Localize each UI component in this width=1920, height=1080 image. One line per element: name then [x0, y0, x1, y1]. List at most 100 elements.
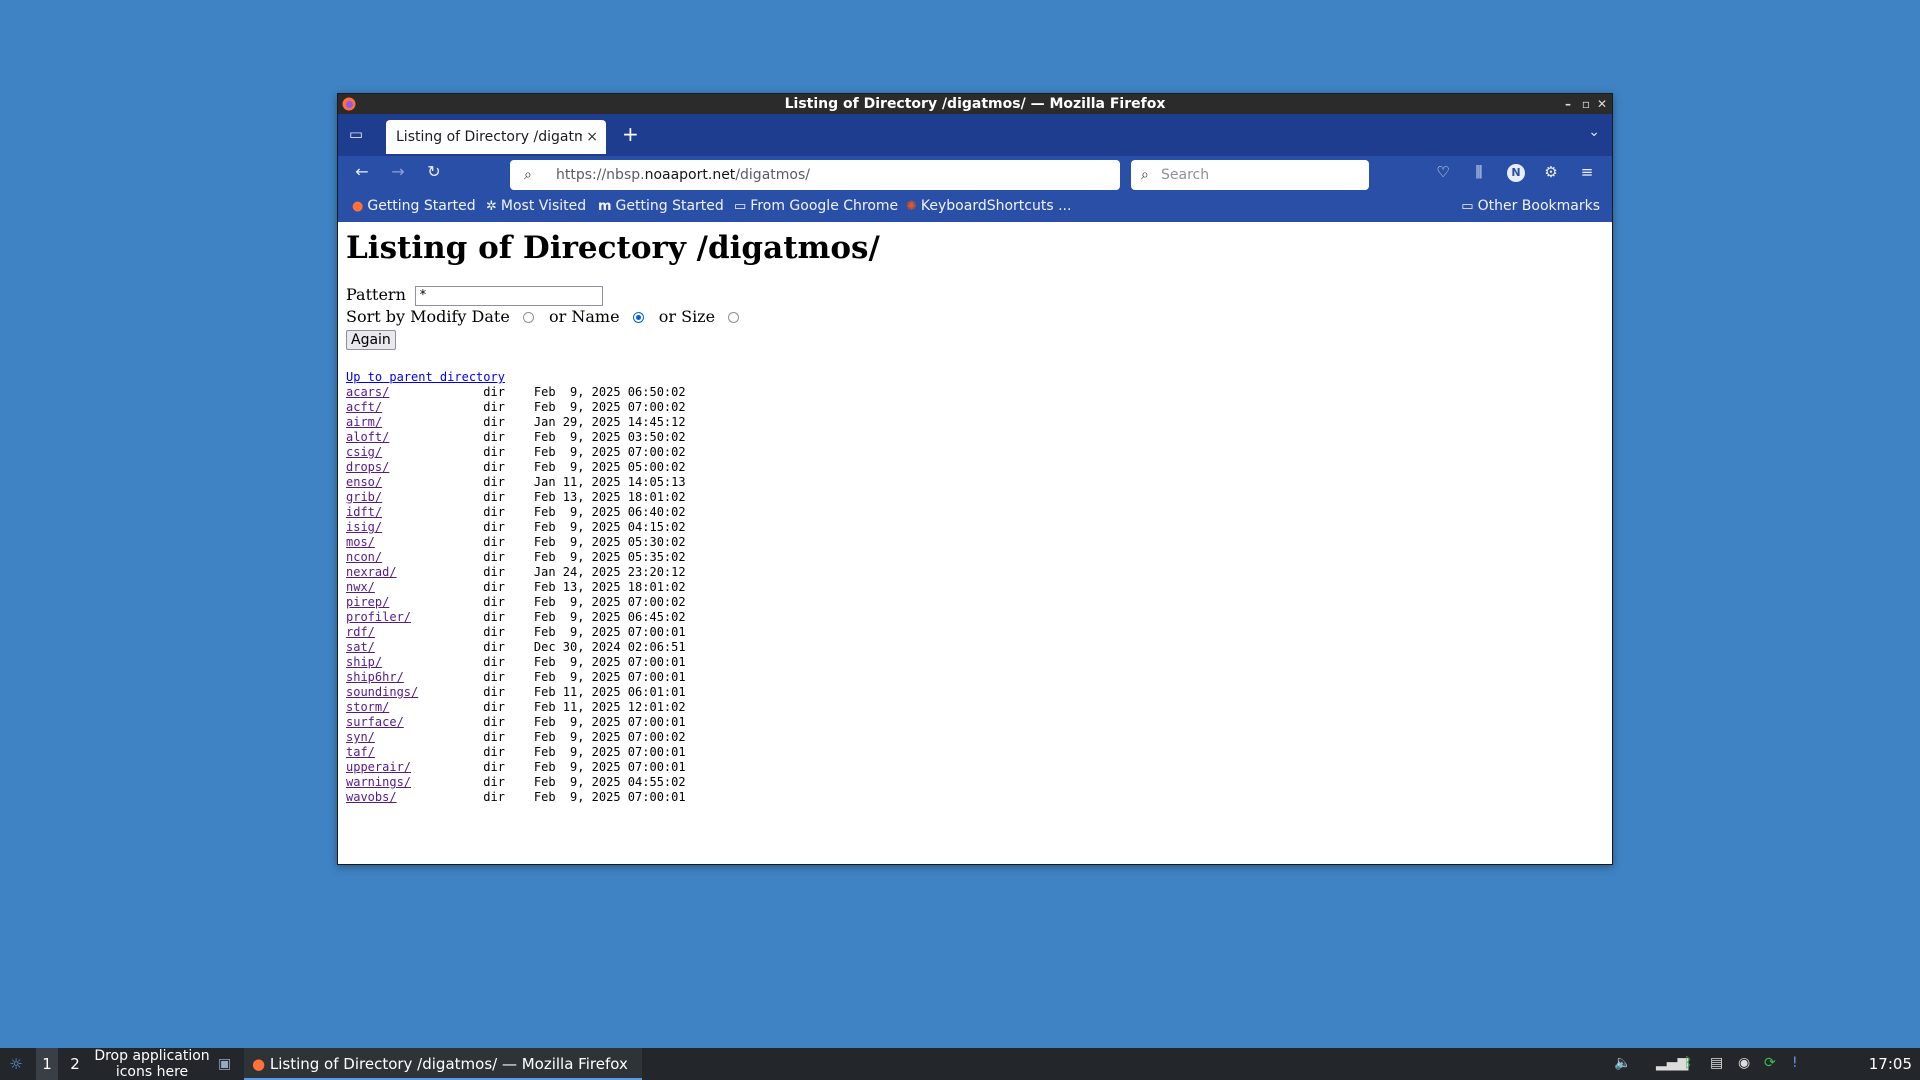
dir-link[interactable]: drops/	[346, 460, 389, 474]
dir-link[interactable]: acft/	[346, 400, 382, 414]
dir-link[interactable]: ncon/	[346, 550, 382, 564]
start-menu-icon[interactable]: ☼	[4, 1048, 28, 1080]
folder-icon: ▭	[1461, 199, 1474, 214]
dir-link[interactable]: grib/	[346, 490, 382, 504]
entry-type: dir	[483, 715, 505, 729]
bookmark-getting-started-2[interactable]: m Getting Started	[598, 198, 724, 214]
volume-icon[interactable]: 🔈	[1614, 1055, 1631, 1071]
dir-link[interactable]: soundings/	[346, 685, 418, 699]
dir-link[interactable]: mos/	[346, 535, 375, 549]
tab-close-icon[interactable]: ×	[586, 120, 598, 154]
dir-link[interactable]: wavobs/	[346, 790, 397, 804]
entry-type: dir	[483, 625, 505, 639]
account-avatar-icon[interactable]: N	[1507, 164, 1525, 182]
bookmark-keyboard-shortcuts[interactable]: ✺ KeyboardShortcuts ...	[906, 198, 1071, 214]
entry-date: Feb 9, 2025 05:35:02	[533, 550, 686, 564]
taskbar-firefox-task[interactable]: ● Listing of Directory /digatmos/ — Mozi…	[244, 1048, 642, 1080]
bluetooth-icon[interactable]: ᛒ	[1684, 1055, 1692, 1071]
dir-link[interactable]: acars/	[346, 385, 389, 399]
entry-date: Feb 9, 2025 07:00:01	[533, 790, 686, 804]
again-button[interactable]: Again	[346, 330, 396, 350]
close-window-button[interactable]: ✕	[1594, 94, 1610, 114]
search-placeholder: Search	[1161, 167, 1210, 183]
dir-link[interactable]: ship/	[346, 655, 382, 669]
forward-icon[interactable]: →	[386, 162, 410, 181]
dir-link[interactable]: nexrad/	[346, 565, 397, 579]
entry-date: Feb 11, 2025 12:01:02	[533, 700, 686, 714]
entry-type: dir	[483, 505, 505, 519]
bookmark-label: KeyboardShortcuts ...	[920, 198, 1072, 214]
dir-link[interactable]: upperair/	[346, 760, 411, 774]
entry-type: dir	[483, 760, 505, 774]
bookmark-getting-started-1[interactable]: ● Getting Started	[352, 198, 476, 214]
firefox-window: Listing of Directory /digatmos/ — Mozill…	[337, 93, 1613, 865]
extensions-icon[interactable]: ⚙	[1540, 163, 1562, 181]
dir-link[interactable]: surface/	[346, 715, 404, 729]
dir-link[interactable]: pirep/	[346, 595, 389, 609]
dir-link[interactable]: aloft/	[346, 430, 389, 444]
dir-link[interactable]: idft/	[346, 505, 382, 519]
sort-by-date-radio[interactable]	[522, 312, 534, 323]
entry-type: dir	[483, 460, 505, 474]
search-icon: ⌕	[1141, 167, 1149, 183]
workspace-1[interactable]: 1	[36, 1048, 58, 1080]
dir-link[interactable]: airm/	[346, 415, 382, 429]
clipboard-icon[interactable]: ▤	[1710, 1055, 1723, 1071]
dir-link[interactable]: isig/	[346, 520, 382, 534]
entry-date: Feb 9, 2025 05:30:02	[533, 535, 686, 549]
workspace-2[interactable]: 2	[64, 1048, 86, 1080]
firefox-icon: ●	[352, 199, 364, 214]
notification-icon[interactable]: !	[1792, 1055, 1798, 1071]
dir-link[interactable]: warnings/	[346, 775, 411, 789]
dir-link[interactable]: nwx/	[346, 580, 375, 594]
reload-icon[interactable]: ↻	[422, 162, 446, 181]
dir-link[interactable]: sat/	[346, 640, 375, 654]
entry-type: dir	[483, 385, 505, 399]
pattern-input[interactable]	[414, 285, 603, 306]
window-titlebar[interactable]: Listing of Directory /digatmos/ — Mozill…	[338, 94, 1612, 114]
url-bar[interactable]: ⌕ https://nbsp.noaaport.net/digatmos/	[510, 160, 1120, 190]
dir-link[interactable]: ship6hr/	[346, 670, 404, 684]
sort-by-size-radio[interactable]	[728, 312, 740, 323]
parent-directory-link[interactable]: Up to parent directory	[346, 370, 505, 384]
new-tab-icon[interactable]: +	[622, 122, 639, 146]
update-icon[interactable]: ⟳	[1764, 1055, 1776, 1071]
firefox-view-icon[interactable]: ▭	[346, 125, 366, 145]
sort-by-name-radio[interactable]	[632, 312, 644, 323]
menu-hamburger-icon[interactable]: ≡	[1576, 163, 1598, 181]
maximize-button[interactable]: ▫	[1578, 94, 1594, 114]
dir-link[interactable]: csig/	[346, 445, 382, 459]
back-icon[interactable]: ←	[350, 162, 374, 181]
dir-link[interactable]: syn/	[346, 730, 375, 744]
dir-link[interactable]: storm/	[346, 700, 389, 714]
or-name-label: or Name	[549, 307, 620, 326]
pocket-icon[interactable]: ♡	[1432, 163, 1454, 181]
dir-link[interactable]: enso/	[346, 475, 382, 489]
page-content: Listing of Directory /digatmos/ Pattern …	[338, 222, 1612, 864]
tab-bar: ▭ Listing of Directory /digatmos/ × + ⌄	[338, 114, 1612, 156]
bookmark-most-visited[interactable]: ✲ Most Visited	[486, 198, 586, 214]
minimize-button[interactable]: –	[1560, 94, 1576, 114]
dir-link[interactable]: rdf/	[346, 625, 375, 639]
entry-date: Feb 9, 2025 07:00:01	[533, 655, 686, 669]
entry-type: dir	[483, 670, 505, 684]
library-icon[interactable]: ⫼	[1468, 163, 1490, 181]
dir-link[interactable]: taf/	[346, 745, 375, 759]
search-bar[interactable]: ⌕ Search	[1131, 160, 1369, 190]
show-desktop-icon[interactable]: ▣	[218, 1048, 231, 1080]
folder-icon: ▭	[734, 199, 747, 214]
entry-type: dir	[483, 445, 505, 459]
entry-date: Feb 9, 2025 06:40:02	[533, 505, 686, 519]
other-bookmarks[interactable]: ▭ Other Bookmarks	[1461, 198, 1600, 214]
url-path: /digatmos/	[735, 167, 810, 183]
url-host: noaaport.net	[644, 167, 736, 183]
dir-link[interactable]: profiler/	[346, 610, 411, 624]
wireless-icon[interactable]: ◉	[1738, 1055, 1750, 1071]
entry-date: Feb 9, 2025 04:55:02	[533, 775, 686, 789]
bookmark-from-google-chrome[interactable]: ▭ From Google Chrome	[734, 198, 898, 214]
tab-active[interactable]: Listing of Directory /digatmos/ ×	[386, 120, 606, 154]
entry-type: dir	[483, 685, 505, 699]
task-label: Listing of Directory /digatmos/ — Mozill…	[269, 1055, 628, 1073]
gear-icon: ✲	[486, 199, 497, 214]
list-all-tabs-icon[interactable]: ⌄	[1588, 124, 1600, 140]
